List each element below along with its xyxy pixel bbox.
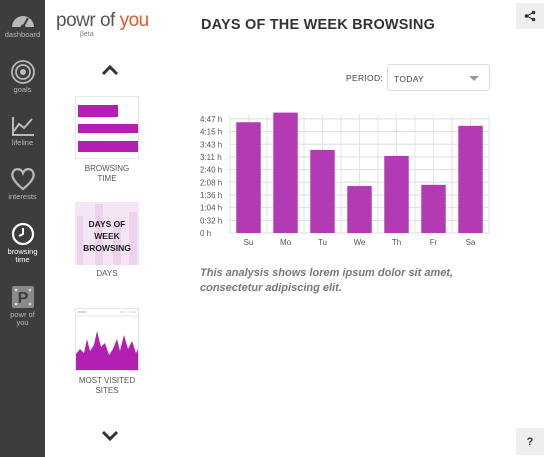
- powr-of-you-icon: P: [11, 286, 34, 308]
- bar-th: [384, 155, 409, 233]
- y-tick-label: 0 h: [200, 229, 211, 238]
- thumb-most-visited[interactable]: [75, 308, 139, 371]
- y-tick-label: 2:40 h: [200, 166, 222, 175]
- x-tick-label: Su: [244, 238, 254, 247]
- nav-label: goals: [13, 85, 32, 94]
- logo-you: you: [119, 10, 150, 31]
- share-button[interactable]: [516, 3, 544, 29]
- share-icon: [524, 10, 536, 22]
- logo-powr: powr: [56, 10, 96, 31]
- svg-text:P: P: [17, 290, 28, 307]
- thumb-label-browsing-time: BROWSING TIME: [84, 164, 130, 183]
- period-label: PERIOD:: [346, 73, 384, 83]
- x-tick-label: We: [354, 238, 366, 247]
- nav-label: interests: [8, 192, 37, 201]
- y-tick-label: 4:15 h: [200, 128, 222, 137]
- bar-fr: [421, 184, 446, 233]
- nav-item-lifeline[interactable]: lifeline: [0, 115, 45, 147]
- period-select[interactable]: TODAY: [387, 64, 490, 91]
- nav-label: lifeline: [11, 138, 34, 147]
- bar-su: [236, 122, 261, 233]
- left-nav: dashboard goals lifeline interests brows…: [0, 0, 45, 457]
- thumb-days-overlay: DAYS OF WEEK BROWSING: [83, 219, 131, 253]
- carousel-down-arrow[interactable]: [101, 430, 119, 442]
- bar-we: [347, 186, 372, 233]
- bar-mo: [273, 112, 298, 233]
- bar-tu: [310, 149, 335, 233]
- x-tick-label: Fr: [430, 238, 438, 247]
- x-tick-label: Tu: [318, 238, 327, 247]
- nav-label: you: [16, 318, 29, 327]
- y-tick-label: 0:32 h: [200, 216, 222, 225]
- help-button[interactable]: ?: [516, 428, 544, 455]
- x-tick-label: Sa: [466, 238, 476, 247]
- analysis-caption: This analysis shows lorem ipsum dolor si…: [200, 267, 454, 294]
- y-tick-label: 3:43 h: [200, 140, 222, 149]
- x-tick-label: Mo: [280, 238, 292, 247]
- y-tick-label: 2:08 h: [200, 178, 222, 187]
- y-tick-label: 1:36 h: [200, 191, 222, 200]
- logo-beta: βeta: [80, 31, 94, 38]
- logo[interactable]: powr of you: [56, 10, 149, 32]
- x-tick-label: Th: [392, 238, 401, 247]
- heart-icon: [10, 168, 35, 191]
- thumb-label-days: DAYS: [96, 269, 118, 278]
- chevron-down-icon: [469, 76, 479, 81]
- thumb-browsing-time[interactable]: [75, 96, 139, 159]
- y-tick-label: 1:04 h: [200, 204, 222, 213]
- nav-item-interests[interactable]: interests: [0, 167, 45, 201]
- nav-label: dashboard: [4, 30, 41, 39]
- carousel-up-arrow[interactable]: [101, 64, 119, 76]
- bar-sa: [458, 125, 483, 233]
- lifeline-icon: [11, 117, 34, 136]
- help-icon: ?: [526, 435, 534, 448]
- thumb-days[interactable]: DAYS OF WEEK BROWSING: [75, 202, 139, 265]
- y-tick-label: 4:47 h: [200, 115, 222, 124]
- days-of-week-chart: 0 h 0:32 h 1:04 h 1:36 h 2:08 h 2:40 h 3:11 h 3…: [200, 112, 490, 247]
- y-tick-label: 3:11 h: [200, 153, 222, 162]
- period-value: TODAY: [394, 74, 424, 84]
- thumb-label-most-visited: MOST VISITED SITES: [78, 376, 136, 395]
- page-title: DAYS OF THE WEEK BROWSING: [201, 17, 436, 33]
- nav-item-browsing-time[interactable]: browsing time: [0, 222, 45, 264]
- nav-item-goals[interactable]: goals: [0, 60, 45, 94]
- dashboard-icon: [11, 16, 34, 29]
- browsing-time-thumbnail: [78, 105, 138, 152]
- nav-item-powr-of-you[interactable]: P powr of you: [0, 285, 45, 327]
- nav-item-dashboard[interactable]: dashboard: [0, 9, 45, 39]
- nav-label: time: [15, 255, 30, 264]
- clock-icon: [11, 222, 34, 246]
- goals-icon: [10, 60, 35, 84]
- most-visited-thumbnail: [76, 311, 138, 370]
- logo-of: of: [99, 10, 115, 31]
